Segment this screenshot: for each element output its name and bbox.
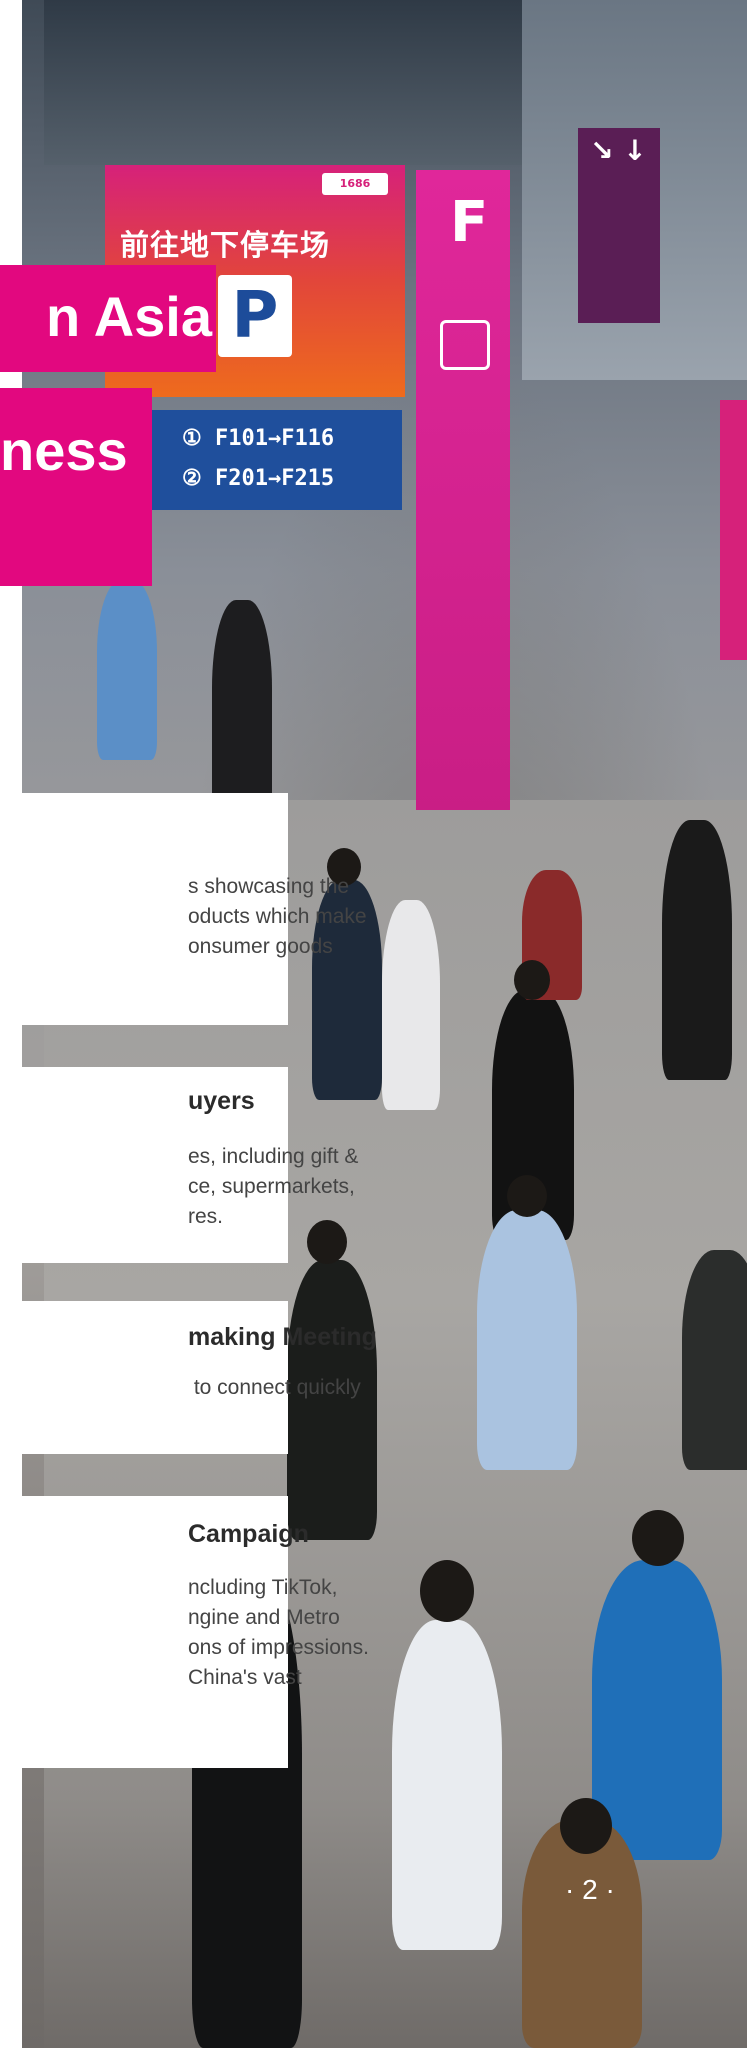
person-head (507, 1175, 547, 1217)
card-4-heading: Campaign (188, 1520, 309, 1548)
hero-title-line-2: ness (0, 388, 152, 586)
person-head (307, 1220, 347, 1264)
person (477, 1210, 577, 1470)
card-3-heading: making Meeting (188, 1323, 377, 1351)
person-head (560, 1798, 612, 1854)
person-head (514, 960, 550, 1000)
card-2-line-1: es, including gift & (188, 1145, 359, 1168)
pillar-letter: F (450, 190, 489, 255)
sign-badge: 1686 (322, 173, 388, 195)
person (392, 1620, 502, 1950)
person (97, 580, 157, 760)
person (522, 1820, 642, 2048)
elevator-icon (440, 320, 490, 370)
parking-icon: P (218, 275, 292, 357)
card-1-line-2: oducts which make (188, 905, 367, 928)
person (592, 1560, 722, 1860)
card-2-heading: uyers (188, 1087, 255, 1115)
info-card-4: Campaign ncluding TikTok, ngine and Metr… (0, 1496, 369, 1768)
card-2-line-3: res. (188, 1205, 224, 1228)
floor-line-1: ① F101→F116 (182, 426, 335, 451)
pink-banner-edge (720, 400, 747, 660)
person-head (632, 1510, 684, 1566)
info-card-1: s showcasing the oducts which make onsum… (0, 793, 367, 1025)
person (382, 900, 440, 1110)
card-4-line-3: ons of impressions. (188, 1636, 369, 1659)
card-3-line-1: to connect quickly (188, 1376, 361, 1399)
floor-directory-sign: ① F101→F116 ② F201→F215 (152, 410, 402, 510)
info-card-3: making Meeting to connect quickly (0, 1301, 377, 1454)
card-1-line-3: onsumer goods (188, 935, 333, 958)
down-arrow-icon: ↘ ↓ (590, 134, 647, 167)
card-4-line-2: ngine and Metro (188, 1606, 340, 1629)
page-number: · 2 · (565, 1874, 615, 1905)
person (662, 820, 732, 1080)
card-4-line-1: ncluding TikTok, (188, 1576, 338, 1599)
card-2-line-2: ce, supermarkets, (188, 1175, 355, 1198)
card-1-line-1: s showcasing the (188, 875, 350, 898)
person (212, 600, 272, 820)
pink-pillar (416, 170, 510, 810)
person-head (420, 1560, 474, 1622)
card-4-line-4: China's vast (188, 1666, 302, 1689)
info-card-2: uyers es, including gift & ce, supermark… (0, 1067, 358, 1263)
parking-sign-text: 前往地下停车场 (120, 228, 331, 262)
hero-title-line-1: n Asia (0, 265, 216, 372)
floor-line-2: ② F201→F215 (182, 466, 335, 491)
page-number-value: 2 (582, 1874, 598, 1905)
person (682, 1250, 747, 1470)
